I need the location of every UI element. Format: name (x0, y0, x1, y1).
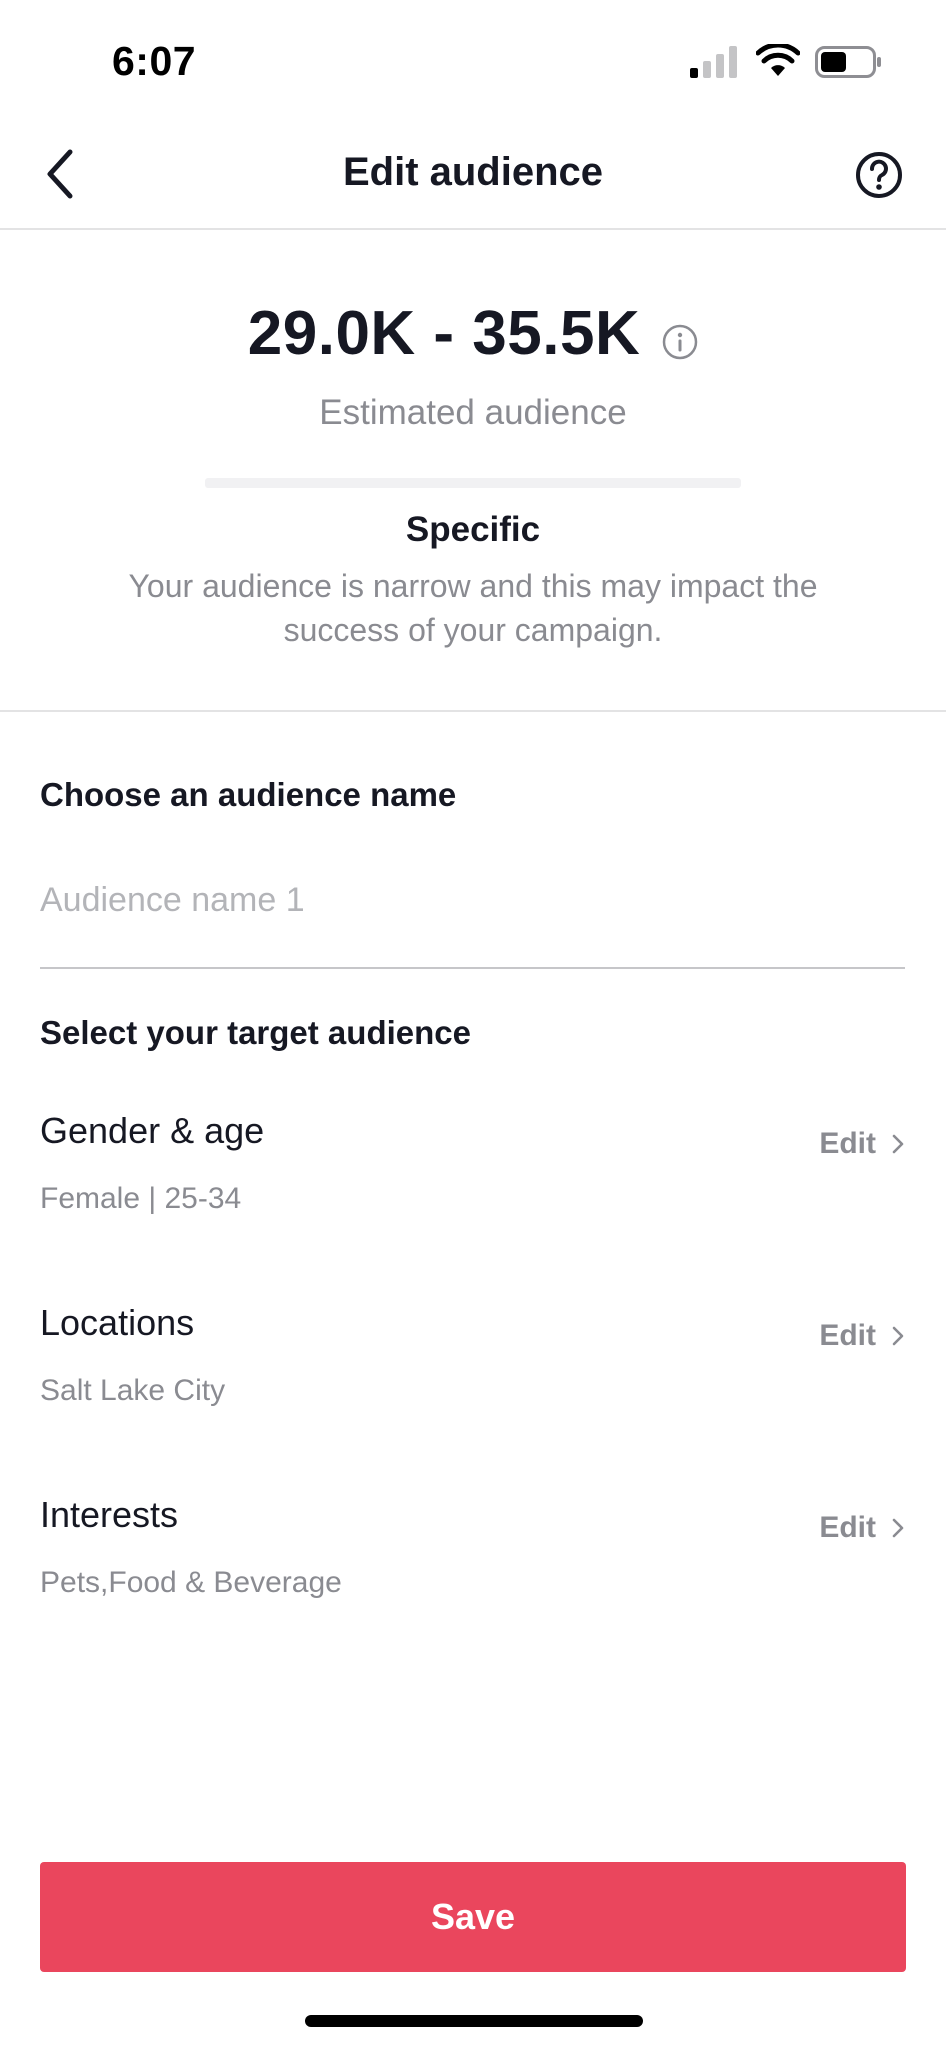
audience-name-heading: Choose an audience name (40, 776, 457, 813)
status-bar: 6:07 (0, 0, 946, 110)
target-audience-heading: Select your target audience (40, 1014, 471, 1051)
page-title: Edit audience (342, 150, 604, 194)
estimate-caption: Estimated audience (319, 393, 627, 432)
save-button[interactable]: Save (40, 1862, 906, 1972)
home-indicator[interactable] (305, 2015, 643, 2027)
battery-icon (815, 46, 881, 78)
wifi-icon (756, 44, 800, 76)
target-value: Salt Lake City (40, 1374, 226, 1407)
question-circle-icon[interactable] (855, 151, 903, 199)
info-circle-icon[interactable] (662, 324, 698, 360)
chevron-right-icon (892, 1326, 904, 1346)
target-title: Locations (40, 1302, 195, 1343)
edit-gender-age-button[interactable]: Edit (819, 1124, 906, 1164)
edit-label: Edit (819, 1511, 876, 1544)
target-row-interests[interactable]: Interests Pets,Food & Beverage Edit (40, 1494, 906, 1644)
audience-level-title: Specific (405, 510, 541, 549)
target-title: Interests (40, 1494, 179, 1535)
target-value: Female | 25-34 (40, 1182, 242, 1215)
edit-label: Edit (819, 1127, 876, 1160)
estimate-range: 29.0K - 35.5K (247, 299, 641, 368)
target-row-locations[interactable]: Locations Salt Lake City Edit (40, 1302, 906, 1452)
edit-locations-button[interactable]: Edit (819, 1316, 906, 1356)
nav-bar: Edit audience (0, 110, 946, 230)
target-row-gender-age[interactable]: Gender & age Female | 25-34 Edit (40, 1110, 906, 1260)
target-title: Gender & age (40, 1110, 265, 1151)
edit-interests-button[interactable]: Edit (819, 1508, 906, 1548)
target-value: Pets,Food & Beverage (40, 1566, 342, 1599)
chevron-right-icon (892, 1134, 904, 1154)
audience-breadth-meter (205, 478, 741, 488)
audience-name-input[interactable] (40, 870, 905, 930)
audience-name-underline (40, 967, 905, 969)
estimate-range-row: 29.0K - 35.5K (0, 298, 946, 369)
audience-level-description: Your audience is narrow and this may imp… (128, 568, 818, 648)
status-time: 6:07 (112, 38, 197, 84)
cellular-signal-icon (690, 46, 737, 78)
chevron-right-icon (892, 1518, 904, 1538)
audience-estimate: 29.0K - 35.5K Estimated audience Specifi… (0, 230, 946, 712)
edit-label: Edit (819, 1319, 876, 1352)
